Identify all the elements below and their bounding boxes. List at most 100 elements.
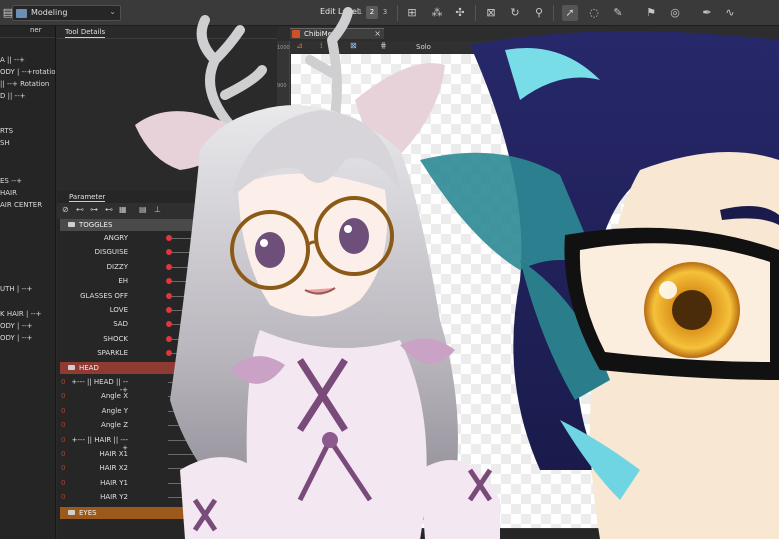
blend-icon[interactable]: ⊷ — [105, 205, 113, 214]
parts-visibility-icon[interactable]: ⁞ — [320, 41, 323, 50]
auto-mesh-icon[interactable]: ✣ — [452, 5, 468, 21]
deform-path-icon[interactable]: ⊞ — [404, 5, 420, 21]
parameter-slider-knob[interactable] — [200, 437, 204, 442]
parameter-slider-track[interactable] — [168, 281, 210, 283]
tree-item[interactable]: SH — [0, 139, 10, 147]
tree-item[interactable]: ODY | --+ — [0, 322, 33, 330]
parameter-slider-track[interactable] — [168, 353, 210, 355]
rotation-deformer-icon[interactable]: ↻ — [507, 5, 523, 21]
parameter-slider-track[interactable] — [168, 324, 210, 326]
parameter-slider-knob[interactable] — [166, 235, 172, 241]
parameter-row[interactable]: ANGRY — [60, 232, 210, 246]
parameter-row[interactable]: 0 HAIR X1 — [60, 448, 210, 462]
parameter-row[interactable]: 0 Angle X — [60, 390, 210, 404]
tree-item[interactable]: AIR CENTER — [0, 201, 42, 209]
parameter-slider-knob[interactable] — [166, 350, 172, 357]
parameter-row[interactable]: SHOCK — [60, 333, 210, 347]
vertical-ruler: 1000 900 — [277, 41, 290, 516]
parameter-slider-track[interactable] — [168, 252, 210, 254]
settings-icon[interactable]: ⚙ — [768, 529, 775, 538]
glue-icon[interactable]: ⚲ — [531, 5, 547, 21]
parameter-slider-knob[interactable] — [166, 321, 172, 328]
parameter-row[interactable]: LOVE — [60, 304, 210, 318]
parameter-slider-knob[interactable] — [166, 335, 172, 342]
tree-item[interactable]: UTH | --+ — [0, 285, 32, 293]
edit-level-1[interactable]: 1 — [354, 6, 366, 19]
parameter-slider-track[interactable] — [168, 266, 210, 268]
parameter-index: 0 — [61, 450, 66, 458]
chevron-down-icon: ⌄ — [109, 7, 116, 16]
parameter-row[interactable]: SPARKLE — [60, 347, 210, 361]
parameter-slider-knob[interactable] — [166, 278, 172, 285]
parameter-slider-knob[interactable] — [200, 480, 204, 485]
parameter-row[interactable]: 0 Angle Y — [60, 405, 210, 419]
link-icon[interactable]: ⊶ — [90, 205, 98, 214]
parameter-slider-knob[interactable] — [166, 292, 172, 299]
parameter-label: SHOCK — [103, 334, 128, 343]
parameter-slider-track[interactable] — [168, 295, 210, 297]
parameter-slider-knob[interactable] — [200, 452, 204, 456]
parameter-slider-knob[interactable] — [166, 249, 172, 256]
parameter-slider-knob[interactable] — [200, 423, 204, 428]
lasso-select-icon[interactable]: ◌ — [586, 5, 602, 21]
deformer-visibility-icon[interactable]: ⊿ — [296, 41, 303, 50]
parameter-slider-track[interactable] — [168, 310, 210, 311]
group-toggles[interactable]: TOGGLES — [60, 219, 210, 231]
tree-item[interactable]: HAIR — [0, 189, 17, 197]
parameter-row[interactable]: DISGUISE — [60, 246, 210, 260]
grid-icon[interactable]: ▦ — [119, 205, 127, 214]
tree-item[interactable]: RTS — [0, 127, 13, 135]
parameter-slider-track[interactable] — [168, 338, 210, 340]
document-tab-label: ChibiMera — [304, 30, 340, 38]
parameter-row[interactable]: 0 HAIR Y2 — [60, 491, 210, 505]
parameter-row[interactable]: EH — [60, 275, 210, 289]
parameter-slider-knob[interactable] — [200, 394, 204, 399]
parameter-row[interactable]: 0 +--- || HEAD || ---+ — [60, 376, 210, 394]
tree-item[interactable]: ODY | --+rotation — [0, 68, 55, 76]
parameter-title: Parameter — [69, 193, 106, 202]
edit-level-2[interactable]: 2 — [366, 6, 378, 19]
mode-select[interactable]: Modeling ⌄ — [12, 5, 121, 21]
connect-icon[interactable]: ∿ — [722, 5, 738, 21]
parameter-slider-knob[interactable] — [200, 466, 204, 471]
tree-item[interactable]: A || --+ — [0, 56, 25, 64]
parameter-row[interactable]: 0 +--- || HAIR || ---+ — [60, 434, 210, 452]
tree-item[interactable]: ODY | --+ — [0, 334, 33, 342]
brush-select-icon[interactable]: ✎ — [610, 5, 626, 21]
frame-icon[interactable]: ⊠ — [350, 41, 357, 50]
grid-view-icon[interactable]: ⋕ — [380, 41, 387, 50]
parameter-row[interactable]: GLASSES OFF — [60, 290, 210, 304]
check-icon[interactable]: ⊘ — [62, 205, 69, 214]
parameter-slider-track[interactable] — [168, 238, 210, 239]
tool-details-panel: Tool Details — [57, 26, 277, 191]
edit-level-3[interactable]: 3 — [379, 6, 391, 19]
pin-icon[interactable]: ⚑ — [643, 5, 659, 21]
table-icon[interactable]: ▤ — [139, 205, 147, 214]
group-eyes[interactable]: EYES — [60, 507, 210, 519]
tree-item[interactable]: ES --+ — [0, 177, 22, 185]
warp-deformer-icon[interactable]: ⊠ — [483, 5, 499, 21]
arrow-select-icon[interactable]: ➚ — [562, 5, 578, 21]
parameter-row[interactable]: SAD — [60, 318, 210, 332]
group-head[interactable]: HEAD — [60, 362, 210, 374]
parameter-row[interactable]: 0 HAIR Y1 — [60, 477, 210, 491]
parameter-slider-knob[interactable] — [166, 263, 172, 270]
tree-item[interactable]: K HAIR | --+ — [0, 310, 42, 318]
parameter-row[interactable]: 0 HAIR X2 — [60, 462, 210, 476]
tree-item[interactable]: || --+ Rotation — [0, 80, 49, 88]
document-tab[interactable]: ChibiMera × — [290, 28, 384, 39]
close-icon[interactable]: × — [374, 29, 381, 38]
target-icon[interactable]: ◎ — [667, 5, 683, 21]
model-canvas[interactable] — [291, 54, 779, 528]
parameter-slider-knob[interactable] — [200, 408, 204, 413]
parameter-slider-knob[interactable] — [200, 495, 204, 500]
pen-icon[interactable]: ✒ — [699, 5, 715, 21]
key-icon[interactable]: ⊷ — [76, 205, 84, 214]
mesh-edit-icon[interactable]: ⁂ — [429, 5, 445, 21]
parameter-row[interactable]: 0 Angle Z — [60, 419, 210, 433]
parameter-slider-knob[interactable] — [200, 380, 204, 384]
tree-item[interactable]: D || --+ — [0, 92, 25, 100]
hierarchy-icon[interactable]: ⊥ — [154, 205, 161, 214]
parameter-slider-knob[interactable] — [166, 307, 172, 313]
parameter-row[interactable]: DIZZY — [60, 261, 210, 275]
